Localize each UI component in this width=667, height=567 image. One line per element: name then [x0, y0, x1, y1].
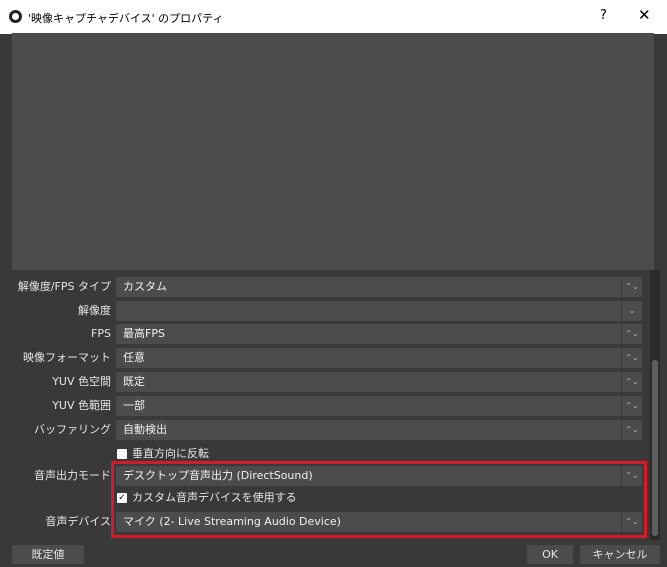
resolution-fps-type-value: カスタム — [123, 280, 167, 293]
title-bar: '映像キャプチャデバイス' のプロパティ ? ✕ — [0, 0, 667, 34]
spinner-icon: ⌃⌄ — [621, 348, 642, 368]
cancel-button[interactable]: キャンセル — [580, 545, 660, 564]
defaults-button[interactable]: 既定値 — [12, 545, 84, 564]
flip-vertical-label: 垂直方向に反転 — [132, 447, 209, 460]
yuv-color-space-label: YUV 色空間 — [52, 375, 111, 388]
spinner-icon: ⌃⌄ — [621, 396, 642, 416]
yuv-color-space-value: 既定 — [123, 375, 145, 388]
resolution-fps-type-select[interactable]: カスタム ⌃⌄ — [116, 277, 642, 297]
buffering-label: バッファリング — [34, 423, 111, 436]
audio-output-mode-label: 音声出力モード — [34, 469, 111, 482]
spinner-icon: ⌃⌄ — [621, 420, 642, 440]
spinner-icon: ⌃⌄ — [621, 277, 642, 297]
video-format-value: 任意 — [123, 351, 145, 364]
chevron-down-icon: ⌄ — [621, 301, 642, 321]
yuv-color-range-label: YUV 色範囲 — [52, 399, 111, 412]
buffering-value: 自動検出 — [123, 423, 167, 436]
highlight-box — [111, 461, 647, 538]
scrollbar-thumb[interactable] — [652, 360, 658, 536]
close-button[interactable]: ✕ — [638, 6, 651, 24]
buffering-select[interactable]: 自動検出 ⌃⌄ — [116, 420, 642, 440]
audio-device-label: 音声デバイス — [45, 515, 111, 528]
resolution-label: 解像度 — [78, 304, 111, 317]
spinner-icon: ⌃⌄ — [621, 324, 642, 344]
spinner-icon: ⌃⌄ — [621, 372, 642, 392]
fps-select[interactable]: 最高FPS ⌃⌄ — [116, 324, 642, 344]
video-format-label: 映像フォーマット — [23, 351, 111, 364]
fps-label: FPS — [91, 327, 111, 340]
checkbox-box[interactable] — [117, 449, 127, 459]
window-title: '映像キャプチャデバイス' のプロパティ — [28, 12, 224, 25]
yuv-color-space-select[interactable]: 既定 ⌃⌄ — [116, 372, 642, 392]
fps-value: 最高FPS — [123, 327, 165, 340]
resolution-select[interactable]: ⌄ — [116, 301, 642, 321]
video-format-select[interactable]: 任意 ⌃⌄ — [116, 348, 642, 368]
help-button[interactable]: ? — [600, 8, 607, 23]
yuv-color-range-select[interactable]: 一部 ⌃⌄ — [116, 396, 642, 416]
ok-button[interactable]: OK — [527, 545, 573, 564]
yuv-color-range-value: 一部 — [123, 399, 145, 412]
preview-area — [12, 33, 654, 270]
obs-app-icon — [9, 10, 22, 23]
resolution-fps-type-label: 解像度/FPS タイプ — [17, 280, 111, 293]
